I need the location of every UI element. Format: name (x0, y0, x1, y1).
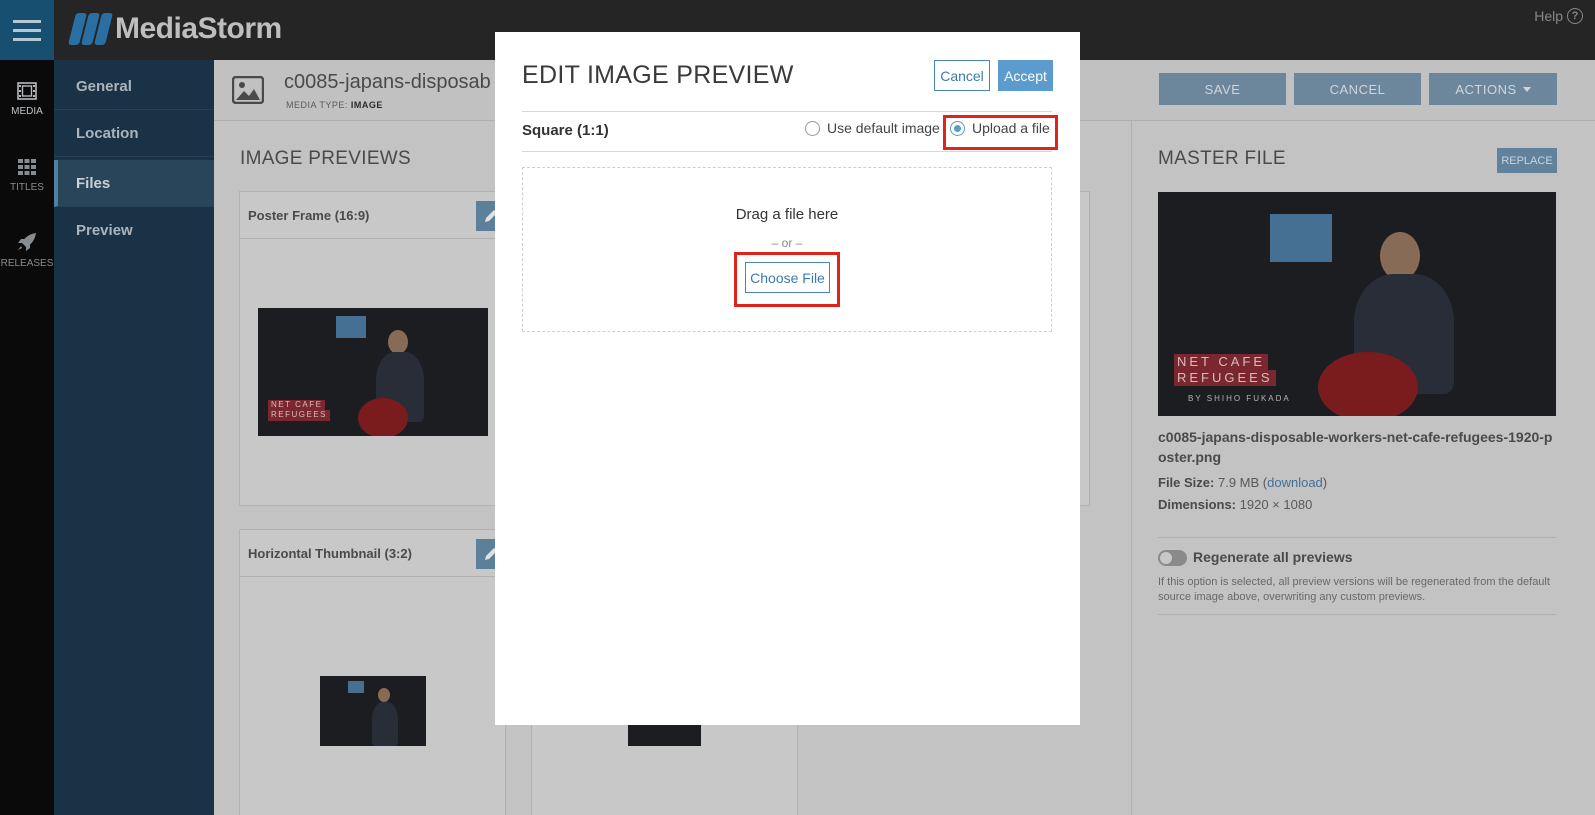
edit-image-preview-modal: EDIT IMAGE PREVIEW Cancel Accept Square … (495, 32, 1080, 725)
divider (522, 151, 1052, 152)
radio-default-label: Use default image (827, 120, 940, 136)
modal-cancel-button[interactable]: Cancel (934, 60, 990, 91)
divider (522, 111, 1052, 112)
drag-text: Drag a file here (735, 206, 839, 223)
radio-default-circle[interactable] (805, 120, 820, 136)
or-text: – or – (771, 236, 803, 250)
file-dropzone[interactable]: Drag a file here – or – Choose File (522, 167, 1052, 332)
modal-accept-button[interactable]: Accept (998, 60, 1053, 91)
highlight-choose-file (734, 252, 840, 307)
modal-title: EDIT IMAGE PREVIEW (522, 61, 794, 89)
radio-use-default[interactable]: Use default image (805, 120, 940, 136)
highlight-upload-option (943, 115, 1058, 150)
aspect-label: Square (1:1) (522, 122, 609, 139)
